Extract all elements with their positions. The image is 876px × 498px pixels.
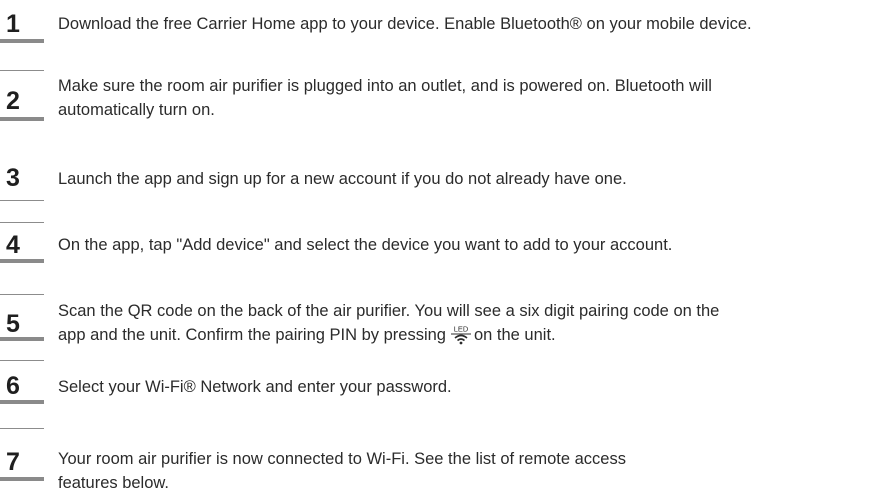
step-number: 1: [6, 10, 20, 38]
step-text: On the app, tap "Add device" and select …: [58, 233, 873, 257]
step-text-line: on the unit.: [473, 326, 556, 344]
step-text-line: app and the unit. Confirm the pairing PI…: [58, 326, 446, 344]
step-text-line: Select your Wi-Fi® Network and enter you…: [58, 378, 452, 396]
step-text: Select your Wi-Fi® Network and enter you…: [58, 375, 873, 399]
step-number: 2: [6, 87, 20, 115]
step-divider: [0, 222, 44, 223]
step-text: Launch the app and sign up for a new acc…: [58, 167, 873, 191]
step-divider: [0, 400, 44, 404]
step-divider: [0, 337, 44, 341]
led-icon-label: LED: [454, 325, 469, 334]
step-number: 5: [6, 310, 20, 338]
step-divider: [0, 259, 44, 263]
step-divider: [0, 200, 44, 201]
step-text: Download the free Carrier Home app to yo…: [58, 12, 873, 36]
step-text-line: automatically turn on.: [58, 101, 215, 119]
step-text: Your room air purifier is now connected …: [58, 447, 873, 495]
step-number: 7: [6, 448, 20, 476]
step-text-line: On the app, tap "Add device" and select …: [58, 236, 673, 254]
step-divider: [0, 39, 44, 43]
step-divider: [0, 428, 44, 429]
step-number: 3: [6, 164, 20, 192]
step-text: Make sure the room air purifier is plugg…: [58, 74, 873, 122]
step-number: 6: [6, 372, 20, 400]
step-divider: [0, 117, 44, 121]
step-divider: [0, 360, 44, 361]
step-text-line: Your room air purifier is now connected …: [58, 450, 626, 468]
step-text-line: features below.: [58, 474, 169, 492]
step-divider: [0, 294, 44, 295]
step-number: 4: [6, 231, 20, 259]
step-text-line: Make sure the room air purifier is plugg…: [58, 77, 712, 95]
step-text-line: Launch the app and sign up for a new acc…: [58, 170, 627, 188]
step-divider: [0, 70, 44, 71]
step-text-line: Download the free Carrier Home app to yo…: [58, 15, 752, 33]
step-divider: [0, 477, 44, 481]
step-text: Scan the QR code on the back of the air …: [58, 299, 873, 347]
led-wifi-icon: LED: [450, 325, 472, 345]
step-text-line: Scan the QR code on the back of the air …: [58, 302, 720, 320]
